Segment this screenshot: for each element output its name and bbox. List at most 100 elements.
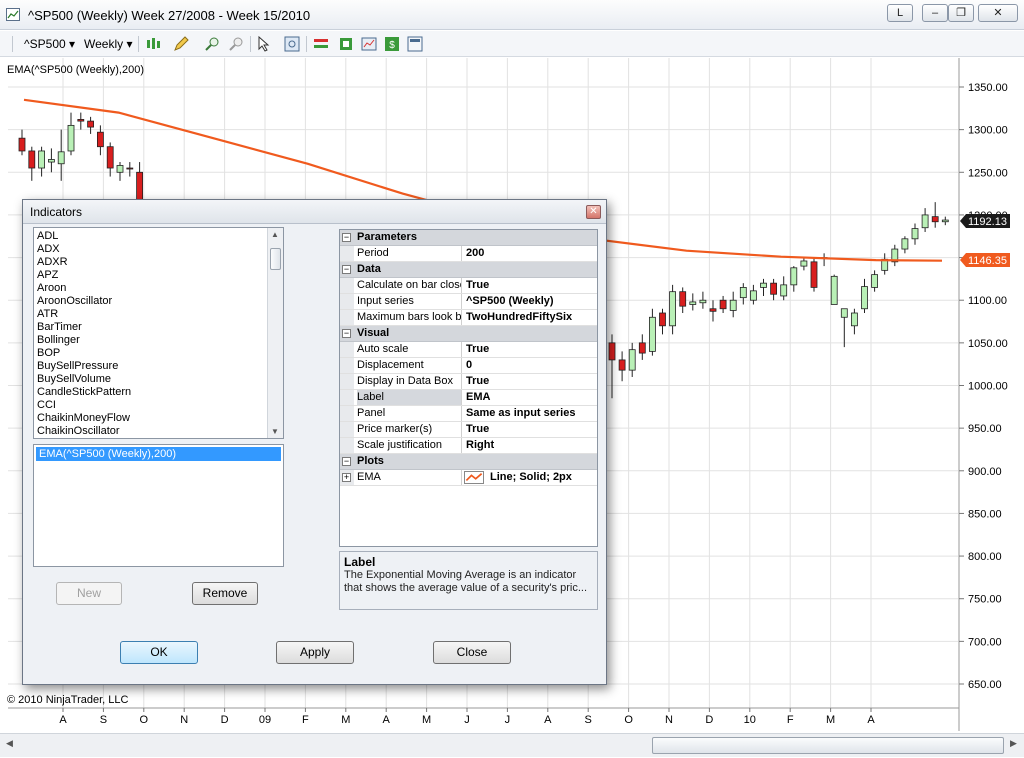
property-row[interactable]: + EMA Line; Solid; 2px	[340, 470, 597, 486]
property-name: Scale justification	[357, 439, 442, 451]
close-button[interactable]: Close	[433, 641, 511, 664]
candle	[810, 261, 818, 288]
property-value[interactable]: True	[461, 374, 597, 389]
indicator-list-item[interactable]: BOP	[34, 347, 283, 360]
maximize-button[interactable]: ❐	[948, 4, 974, 22]
property-row[interactable]: Scale justification Right	[340, 438, 597, 454]
property-row[interactable]: Display in Data Box True	[340, 374, 597, 390]
collapse-toggle-icon[interactable]: −	[342, 457, 351, 466]
dialog-close-button[interactable]: ✕	[586, 205, 601, 219]
instrument-label: ^SP500	[24, 37, 66, 51]
title-bar: ^SP500 (Weekly) Week 27/2008 - Week 15/2…	[0, 0, 1024, 30]
new-button[interactable]: New	[56, 582, 122, 605]
property-value[interactable]: Same as input series	[461, 406, 597, 421]
dollar-icon[interactable]: $	[384, 36, 400, 52]
horizontal-scrollbar[interactable]: ◀ ▶	[0, 733, 1024, 757]
indicator-list-item[interactable]: AroonOscillator	[34, 295, 283, 308]
property-grid[interactable]: − Parameters Period 200− Data Calculate on ba…	[339, 229, 598, 547]
data-series-icon[interactable]	[407, 36, 423, 52]
copyright-text: © 2010 NinjaTrader, LLC	[7, 694, 128, 706]
property-value[interactable]: 200	[461, 246, 597, 261]
indicator-list-item[interactable]: CCI	[34, 399, 283, 412]
zoom-out-icon[interactable]	[228, 36, 244, 52]
indicator-list-item[interactable]: ADL	[34, 230, 283, 243]
indicator-list-item[interactable]: Bollinger	[34, 334, 283, 347]
collapse-toggle-icon[interactable]: −	[342, 329, 351, 338]
property-value[interactable]: True	[461, 422, 597, 437]
property-row[interactable]: Displacement 0	[340, 358, 597, 374]
indicator-list-item[interactable]: ADXR	[34, 256, 283, 269]
available-indicators-list[interactable]: ADL ADX ADXR APZ Aroon AroonOscillator ATR BarT…	[33, 227, 284, 439]
property-row[interactable]: Calculate on bar close True	[340, 278, 597, 294]
candle	[618, 359, 626, 371]
list-scroll-thumb[interactable]	[270, 248, 281, 270]
property-row[interactable]: Price marker(s) True	[340, 422, 597, 438]
property-row[interactable]: Label EMA	[340, 390, 597, 406]
layout-button[interactable]: L	[887, 4, 913, 22]
interval-selector[interactable]: Weekly ▾	[84, 35, 132, 53]
apply-button[interactable]: Apply	[276, 641, 354, 664]
indicator-list-item[interactable]: Aroon	[34, 282, 283, 295]
applied-indicators-list[interactable]: EMA(^SP500 (Weekly),200)	[33, 444, 284, 567]
indicator-list-item[interactable]: BarTimer	[34, 321, 283, 334]
zoom-in-icon[interactable]	[204, 36, 220, 52]
property-row[interactable]: Period 200	[340, 246, 597, 262]
property-value[interactable]: Right	[461, 438, 597, 453]
property-category[interactable]: − Visual	[340, 326, 597, 342]
property-category[interactable]: − Plots	[340, 454, 597, 470]
instrument-selector[interactable]: ^SP500 ▾	[24, 35, 75, 53]
property-row[interactable]: Maximum bars look backTwoHundredFiftySix	[340, 310, 597, 326]
property-value[interactable]: EMA	[461, 390, 597, 405]
data-box-icon[interactable]	[284, 36, 300, 52]
properties-icon[interactable]	[361, 36, 377, 52]
property-row[interactable]: Auto scale True	[340, 342, 597, 358]
indicator-list-item[interactable]: ChaikinMoneyFlow	[34, 412, 283, 425]
row-margin	[340, 278, 354, 293]
indicator-list-item[interactable]: BuySellPressure	[34, 360, 283, 373]
candle	[830, 275, 838, 305]
strategies-icon[interactable]	[338, 36, 354, 52]
chart-style-icon[interactable]	[145, 36, 161, 52]
property-value[interactable]: Line; Solid; 2px	[461, 470, 597, 485]
minimize-button[interactable]: –	[922, 4, 948, 22]
indicator-list-scrollbar[interactable]: ▲ ▼	[267, 228, 283, 438]
indicator-list-item[interactable]: ChaikinOscillator	[34, 425, 283, 438]
candle	[800, 260, 808, 267]
y-tick-label: 850.00	[968, 508, 1002, 520]
property-value[interactable]: TwoHundredFiftySix	[461, 310, 597, 325]
indicator-list-item[interactable]: BuySellVolume	[34, 373, 283, 386]
x-tick-label: A	[59, 714, 67, 726]
pointer-icon[interactable]	[256, 36, 272, 52]
ok-button[interactable]: OK	[120, 641, 198, 664]
draw-pencil-icon[interactable]	[173, 36, 189, 52]
property-value[interactable]: True	[461, 278, 597, 293]
close-window-button[interactable]: ✕	[978, 4, 1018, 22]
remove-button[interactable]: Remove	[192, 582, 258, 605]
property-value[interactable]: ^SP500 (Weekly)	[461, 294, 597, 309]
indicator-list-item[interactable]: ATR	[34, 308, 283, 321]
property-row[interactable]: Input series ^SP500 (Weekly)	[340, 294, 597, 310]
candle	[28, 150, 36, 169]
scroll-right-arrow[interactable]: ▶	[1010, 738, 1018, 752]
scroll-thumb[interactable]	[652, 737, 1004, 754]
scroll-down-arrow[interactable]: ▼	[271, 427, 279, 436]
property-row[interactable]: Panel Same as input series	[340, 406, 597, 422]
indicator-list-item[interactable]: ADX	[34, 243, 283, 256]
indicator-list-item[interactable]: CandleStickPattern	[34, 386, 283, 399]
applied-indicator-item[interactable]: EMA(^SP500 (Weekly),200)	[36, 447, 281, 461]
expand-toggle-icon[interactable]: +	[342, 473, 351, 482]
x-tick-label: N	[665, 714, 673, 726]
plot-style-value: Line; Solid; 2px	[490, 471, 572, 483]
indicators-icon[interactable]	[313, 36, 329, 52]
category-label: Parameters	[357, 231, 417, 243]
scroll-up-arrow[interactable]: ▲	[271, 230, 279, 239]
property-value[interactable]: 0	[461, 358, 597, 373]
candle	[608, 342, 616, 361]
indicator-list-item[interactable]: APZ	[34, 269, 283, 282]
property-category[interactable]: − Parameters	[340, 230, 597, 246]
scroll-left-arrow[interactable]: ◀	[6, 738, 14, 752]
collapse-toggle-icon[interactable]: −	[342, 233, 351, 242]
property-category[interactable]: − Data	[340, 262, 597, 278]
property-value[interactable]: True	[461, 342, 597, 357]
collapse-toggle-icon[interactable]: −	[342, 265, 351, 274]
